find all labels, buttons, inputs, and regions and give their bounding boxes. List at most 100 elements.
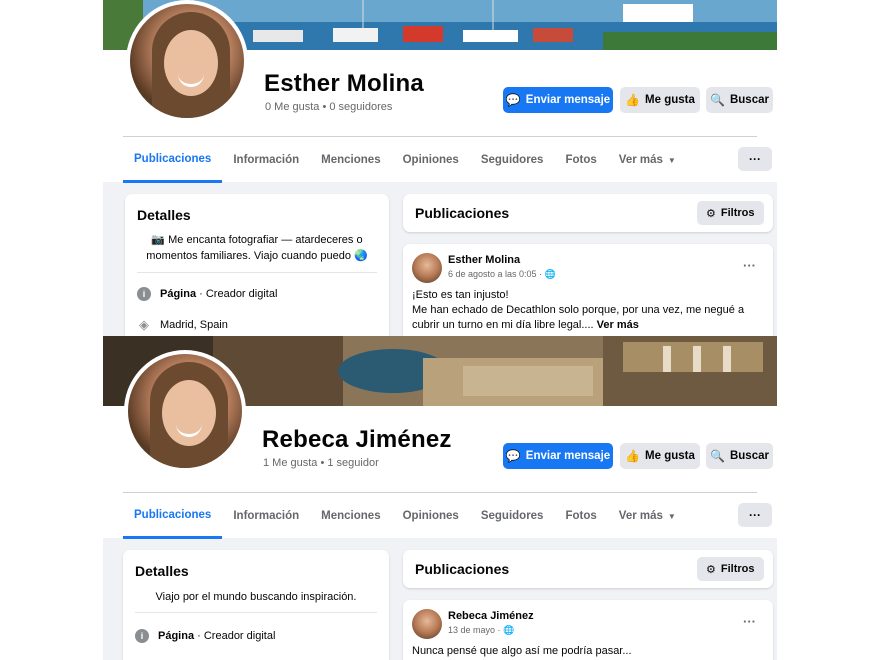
more-options-button[interactable]: ··· [738,147,772,171]
tab-seguidores[interactable]: Seguidores [470,493,555,539]
search-label: Buscar [729,94,769,106]
details-separator [135,612,377,613]
tab-ver-mas[interactable]: Ver más ▼ [608,137,687,183]
details-separator [137,272,377,273]
profile-name: Rebeca Jiménez [262,426,452,453]
bio-line-1: 📷 Me encanta fotografiar — atardeceres o [151,234,363,246]
details-card: Detalles 📷 Me encanta fotografiar — atar… [125,194,389,336]
post-date[interactable]: 6 de agosto a las 0:05 · 🌐 [448,269,556,280]
sliders-icon: ⚙ [706,207,716,220]
page-category: · Creador digital [194,630,276,642]
thumbs-up-icon: 👍 [625,449,641,463]
post-menu-button[interactable]: ··· [743,614,756,629]
post-text: Nunca pensé que algo así me podría pasar… [412,644,764,659]
profile-tabs: Publicaciones Información Menciones Opin… [123,493,687,539]
tab-seguidores[interactable]: Seguidores [470,137,555,183]
post-line-1: ¡Esto es tan injusto! [412,289,509,301]
page-category-text: Página · Creador digital [158,630,275,642]
search-icon: 🔍 [710,93,725,107]
search-label: Buscar [729,450,769,462]
profile-avatar[interactable] [126,0,248,122]
like-page-button[interactable]: 👍 Me gusta [620,443,700,469]
post-menu-button[interactable]: ··· [743,258,756,273]
tab-ver-mas[interactable]: Ver más ▼ [608,493,687,539]
send-message-button[interactable]: 💬 Enviar mensaje [503,443,613,469]
location-text: Madrid, Spain [160,319,228,331]
ver-mas-label: Ver más [618,154,663,166]
post-card: Esther Molina 6 de agosto a las 0:05 · 🌐… [403,244,773,336]
send-message-label: Enviar mensaje [525,94,611,106]
see-more-link[interactable]: Ver más [597,319,639,331]
location-row: ◈ Madrid, Spain [137,317,228,332]
details-card: Detalles Viajo por el mundo buscando ins… [123,550,389,660]
profile-esther: Esther Molina 0 Me gusta • 0 seguidores … [103,0,777,336]
profile-avatar[interactable] [124,350,246,472]
tab-informacion[interactable]: Información [222,493,310,539]
filters-button[interactable]: ⚙ Filtros [697,201,764,225]
info-icon: i [137,287,151,301]
tab-menciones[interactable]: Menciones [310,493,391,539]
profile-stats: 1 Me gusta • 1 seguidor [263,457,379,469]
tab-publicaciones[interactable]: Publicaciones [123,137,223,183]
post-line-2: Me han echado de Decathlon solo porque, … [412,304,745,316]
post-card: Rebeca Jiménez 13 de mayo · 🌐 ··· Nunca … [403,600,773,660]
post-line-3-text: cubrir un turno en mi día libre legal...… [412,319,594,331]
page-category-row: i Página · Creador digital [135,629,275,643]
posts-header-card: Publicaciones ⚙ Filtros [403,194,773,232]
like-page-button[interactable]: 👍 Me gusta [620,87,700,113]
bio-text: Viajo por el mundo buscando inspiración. [135,589,377,605]
search-button[interactable]: 🔍 Buscar [706,443,773,469]
page-category-text: Página · Creador digital [160,288,277,300]
post-line-1: Nunca pensé que algo así me podría pasar… [412,645,632,657]
details-title: Detalles [135,563,189,579]
bio-line-2: momentos familiares. Viajo cuando puedo … [146,250,368,262]
more-options-button[interactable]: ··· [738,503,772,527]
tab-opiniones[interactable]: Opiniones [392,137,470,183]
post-author[interactable]: Esther Molina [448,254,520,266]
page-label: Página [158,630,195,642]
messenger-icon: 💬 [505,449,521,463]
tab-informacion[interactable]: Información [222,137,310,183]
messenger-icon: 💬 [505,93,521,107]
page-category: · Creador digital [196,288,278,300]
post-author-avatar[interactable] [412,609,442,639]
like-label: Me gusta [645,450,695,462]
post-author[interactable]: Rebeca Jiménez [448,610,534,622]
send-message-button[interactable]: 💬 Enviar mensaje [503,87,613,113]
search-icon: 🔍 [710,449,725,463]
send-message-label: Enviar mensaje [525,450,611,462]
post-text: ¡Esto es tan injusto! Me han echado de D… [412,288,764,333]
posts-title: Publicaciones [415,561,510,577]
filters-button[interactable]: ⚙ Filtros [697,557,764,581]
profile-rebeca: Rebeca Jiménez 1 Me gusta • 1 seguidor 💬… [103,336,777,660]
bio-line-1: Viajo por el mundo buscando inspiración. [155,591,357,603]
posts-title: Publicaciones [415,205,510,221]
thumbs-up-icon: 👍 [625,93,641,107]
sliders-icon: ⚙ [706,563,716,576]
page-category-row: i Página · Creador digital [137,287,277,301]
page-label: Página [160,288,197,300]
location-pin-icon: ◈ [139,317,149,332]
profile-name: Esther Molina [264,70,424,97]
post-author-avatar[interactable] [412,253,442,283]
tab-opiniones[interactable]: Opiniones [392,493,470,539]
search-button[interactable]: 🔍 Buscar [706,87,773,113]
ver-mas-label: Ver más [618,510,663,522]
profile-tabs: Publicaciones Información Menciones Opin… [123,137,687,183]
tab-menciones[interactable]: Menciones [310,137,391,183]
like-label: Me gusta [645,94,695,106]
filters-label: Filtros [720,563,755,575]
caret-down-icon: ▼ [667,511,676,521]
post-line-3: cubrir un turno en mi día libre legal...… [412,318,764,333]
posts-header-card: Publicaciones ⚙ Filtros [403,550,773,588]
profile-stats: 0 Me gusta • 0 seguidores [265,101,393,113]
post-date[interactable]: 13 de mayo · 🌐 [448,625,514,636]
tab-publicaciones[interactable]: Publicaciones [123,493,223,539]
caret-down-icon: ▼ [667,155,676,165]
bio-text: 📷 Me encanta fotografiar — atardeceres o… [137,232,377,264]
details-title: Detalles [137,207,191,223]
tab-fotos[interactable]: Fotos [554,493,607,539]
tab-fotos[interactable]: Fotos [554,137,607,183]
filters-label: Filtros [720,207,755,219]
info-icon: i [135,629,149,643]
